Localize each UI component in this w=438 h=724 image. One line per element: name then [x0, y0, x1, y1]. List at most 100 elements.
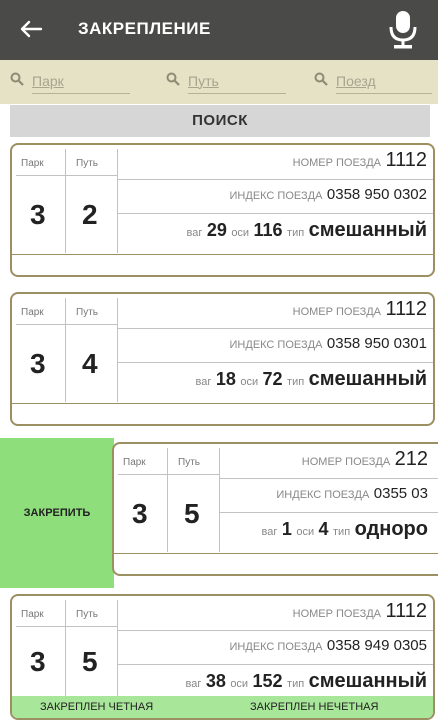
- train-number-label: НОМЕР ПОЕЗДА: [292, 608, 382, 620]
- wagons-value: 29: [206, 220, 227, 240]
- train-search-field: [314, 68, 432, 94]
- divider: [219, 448, 220, 552]
- divider: [117, 179, 433, 180]
- train-card[interactable]: Парк Путь 3 4 НОМЕР ПОЕЗДА 1112 ИНДЕКС П…: [10, 292, 435, 426]
- divider: [16, 324, 117, 325]
- park-label: Парк: [21, 307, 44, 318]
- train-type-value: одноро: [354, 518, 428, 540]
- train-number-label: НОМЕР ПОЕЗДА: [301, 456, 391, 468]
- track-search-field: [166, 68, 286, 94]
- divider: [118, 474, 219, 475]
- park-value: 3: [132, 498, 148, 529]
- park-search-input[interactable]: [32, 68, 130, 94]
- train-number-label: НОМЕР ПОЕЗДА: [292, 306, 382, 318]
- status-even-label: ЗАКРЕПЛЕН ЧЕТНАЯ: [40, 701, 154, 713]
- park-value: 3: [30, 646, 46, 677]
- train-number-value: 1112: [385, 600, 427, 622]
- type-label: тип: [287, 227, 305, 239]
- train-card[interactable]: Парк Путь 3 5 НОМЕР ПОЕЗДА 212 ИНДЕКС ПО…: [112, 442, 438, 576]
- axles-label: оси: [296, 526, 315, 538]
- train-type-value: смешанный: [308, 670, 427, 692]
- page-title: ЗАКРЕПЛЕНИЕ: [78, 19, 211, 38]
- train-index-row: ИНДЕКС ПОЕЗДА 0358 950 0301: [230, 335, 427, 353]
- park-label: Парк: [21, 609, 44, 620]
- train-index-label: ИНДЕКС ПОЕЗДА: [229, 339, 323, 351]
- train-index-value: 0358 950 0302: [326, 186, 427, 203]
- train-index-label: ИНДЕКС ПОЕЗДА: [229, 190, 323, 202]
- park-search-field: [10, 68, 130, 94]
- train-index-label: ИНДЕКС ПОЕЗДА: [276, 489, 370, 501]
- track-search-input[interactable]: [188, 68, 286, 94]
- train-card[interactable]: Парк Путь 3 5 НОМЕР ПОЕЗДА 1112 ИНДЕКС П…: [10, 594, 435, 720]
- search-icon: [10, 72, 24, 86]
- track-value: 4: [82, 348, 98, 379]
- train-number-row: НОМЕР ПОЕЗДА 1112: [293, 149, 427, 172]
- track-value: 5: [82, 646, 98, 677]
- app-bar: ЗАКРЕПЛЕНИЕ: [0, 0, 438, 60]
- wagons-label: ваг: [261, 526, 278, 538]
- divider: [219, 478, 438, 479]
- train-composition-row: ваг 38 оси 152 тип смешанный: [186, 670, 427, 693]
- train-index-row: ИНДЕКС ПОЕЗДА 0358 949 0305: [230, 637, 427, 655]
- axles-value: 4: [318, 519, 329, 539]
- train-index-row: ИНДЕКС ПОЕЗДА 0355 03: [276, 485, 428, 503]
- train-type-value: смешанный: [308, 368, 427, 390]
- pin-action-button[interactable]: ЗАКРЕПИТЬ: [0, 438, 114, 588]
- wagons-label: ваг: [186, 227, 203, 239]
- divider: [117, 664, 433, 665]
- train-search-input[interactable]: [336, 68, 432, 94]
- axles-label: оси: [231, 227, 250, 239]
- park-value: 3: [30, 348, 46, 379]
- wagons-value: 18: [215, 369, 236, 389]
- track-label: Путь: [76, 158, 98, 169]
- status-odd-label: ЗАКРЕПЛЕН НЕЧЕТНАЯ: [250, 701, 379, 713]
- train-number-row: НОМЕР ПОЕЗДА 1112: [293, 298, 427, 321]
- train-number-label: НОМЕР ПОЕЗДА: [292, 157, 382, 169]
- divider: [117, 362, 433, 363]
- axles-label: оси: [230, 678, 249, 690]
- divider: [117, 328, 433, 329]
- divider: [117, 630, 433, 631]
- divider: [167, 448, 168, 552]
- train-number-row: НОМЕР ПОЕЗДА 212: [302, 448, 428, 471]
- divider: [16, 626, 117, 627]
- wagons-label: ваг: [195, 376, 212, 388]
- track-label: Путь: [76, 307, 98, 318]
- train-composition-row: ваг 18 оси 72 тип смешанный: [196, 368, 427, 391]
- wagons-label: ваг: [185, 678, 202, 690]
- type-label: тип: [333, 526, 351, 538]
- divider: [219, 512, 438, 513]
- search-button[interactable]: ПОИСК: [10, 105, 430, 137]
- track-label: Путь: [178, 457, 200, 468]
- divider: [65, 298, 66, 402]
- wagons-value: 38: [205, 671, 226, 691]
- divider: [65, 149, 66, 253]
- train-index-value: 0358 949 0305: [326, 637, 427, 654]
- wagons-value: 1: [281, 519, 292, 539]
- search-bar: [0, 60, 438, 104]
- train-type-value: смешанный: [308, 219, 427, 241]
- train-index-value: 0355 03: [373, 485, 428, 502]
- train-card-body: Парк Путь 3 2 НОМЕР ПОЕЗДА 1112 ИНДЕКС П…: [12, 145, 433, 255]
- train-index-row: ИНДЕКС ПОЕЗДА 0358 950 0302: [230, 186, 427, 204]
- train-card-body: Парк Путь 3 4 НОМЕР ПОЕЗДА 1112 ИНДЕКС П…: [12, 294, 433, 404]
- park-label: Парк: [21, 158, 44, 169]
- pin-status-bar: ЗАКРЕПЛЕН ЧЕТНАЯ ЗАКРЕПЛЕН НЕЧЕТНАЯ: [12, 696, 433, 718]
- train-number-row: НОМЕР ПОЕЗДА 1112: [293, 600, 427, 623]
- train-number-value: 1112: [385, 149, 427, 171]
- swipe-row: ЗАКРЕПИТЬ Парк Путь 3 5 НОМЕР ПОЕЗДА 212…: [0, 438, 438, 588]
- divider: [117, 149, 118, 253]
- divider: [117, 298, 118, 402]
- train-index-label: ИНДЕКС ПОЕЗДА: [229, 641, 323, 653]
- search-icon: [166, 72, 180, 86]
- type-label: тип: [287, 678, 305, 690]
- train-card[interactable]: Парк Путь 3 2 НОМЕР ПОЕЗДА 1112 ИНДЕКС П…: [10, 143, 435, 277]
- track-value: 5: [184, 498, 200, 529]
- train-composition-row: ваг 29 оси 116 тип смешанный: [187, 219, 427, 242]
- train-card-body: Парк Путь 3 5 НОМЕР ПОЕЗДА 212 ИНДЕКС ПО…: [114, 444, 438, 554]
- search-icon: [314, 72, 328, 86]
- train-number-value: 1112: [385, 298, 427, 320]
- microphone-icon[interactable]: [386, 8, 420, 52]
- divider: [65, 600, 66, 698]
- arrow-left-icon[interactable]: [16, 14, 46, 44]
